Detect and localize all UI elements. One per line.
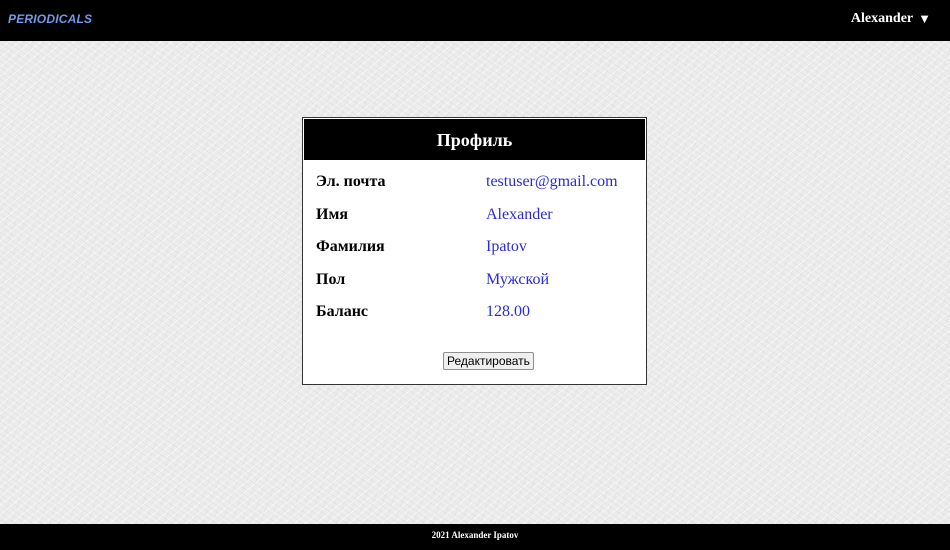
profile-row-first-name: Имя Alexander: [316, 206, 636, 239]
caret-down-icon: ▼: [918, 11, 931, 26]
balance-label: Баланс: [316, 303, 369, 320]
last-name-label: Фамилия: [316, 238, 385, 255]
profile-row-last-name: Фамилия Ipatov: [316, 238, 636, 271]
last-name-value: Ipatov: [486, 238, 527, 255]
profile-row-email: Эл. почта testuser@gmail.com: [316, 173, 636, 206]
footer-copyright: 2021 Alexander Ipatov: [431, 530, 519, 540]
brand-link[interactable]: PERIODICALS: [8, 12, 92, 26]
email-label: Эл. почта: [316, 173, 386, 190]
first-name-value: Alexander: [486, 205, 553, 223]
gender-label: Пол: [316, 270, 346, 288]
balance-value: 128.00: [486, 303, 530, 320]
profile-fields: Эл. почта testuser@gmail.com Имя Alexand…: [316, 173, 636, 336]
top-navbar: PERIODICALS Alexander ▼: [0, 0, 950, 41]
profile-row-gender: Пол Мужской: [316, 271, 636, 304]
user-menu-dropdown[interactable]: Alexander ▼: [851, 11, 931, 27]
profile-card: Профиль Эл. почта testuser@gmail.com Имя…: [302, 117, 647, 385]
profile-title: Профиль: [304, 119, 645, 160]
email-value: testuser@gmail.com: [486, 173, 618, 190]
first-name-label: Имя: [316, 205, 348, 223]
footer: 2021 Alexander Ipatov: [0, 524, 950, 550]
gender-value: Мужской: [486, 270, 550, 288]
profile-row-balance: Баланс 128.00: [316, 303, 636, 336]
edit-profile-button[interactable]: Редактировать: [443, 352, 534, 370]
user-name: Alexander: [850, 11, 914, 26]
